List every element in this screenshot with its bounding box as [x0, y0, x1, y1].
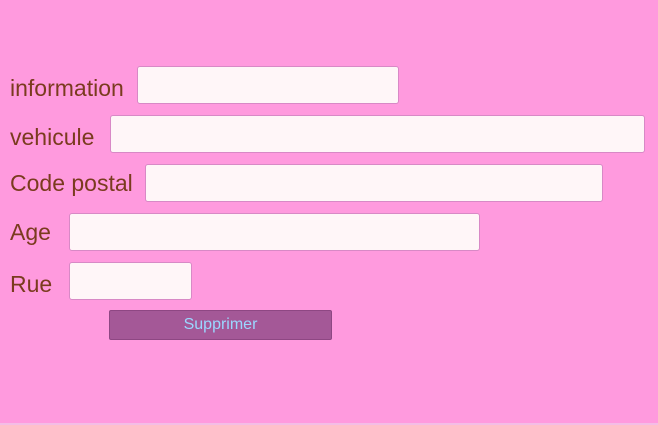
age-input[interactable]	[69, 213, 480, 251]
vehicule-label: vehicule	[10, 124, 95, 150]
age-label: Age	[10, 219, 51, 245]
rue-input[interactable]	[69, 262, 192, 300]
information-label: information	[10, 75, 124, 101]
supprimer-button[interactable]: Supprimer	[109, 310, 332, 340]
rue-label: Rue	[10, 271, 53, 297]
code-postal-input[interactable]	[145, 164, 603, 202]
information-input[interactable]	[137, 66, 399, 104]
code-postal-label: Code postal	[10, 170, 133, 196]
vehicule-input[interactable]	[110, 115, 645, 153]
